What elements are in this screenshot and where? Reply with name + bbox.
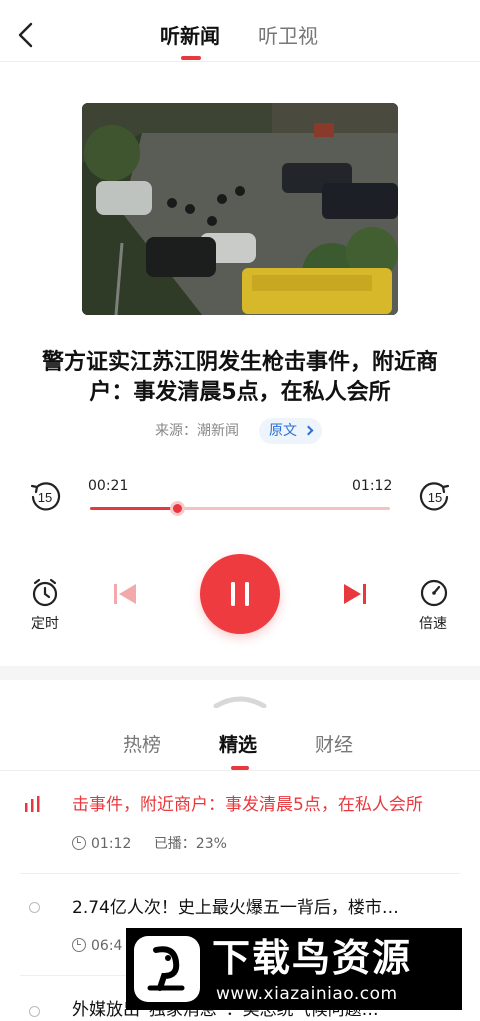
bird-logo-icon [134, 936, 200, 1002]
active-tab-indicator [181, 56, 201, 60]
forward-15-icon[interactable]: 15 [418, 480, 452, 514]
clock-icon [72, 836, 86, 850]
list-divider [0, 770, 480, 771]
tab-listen-news[interactable]: 听新闻 [160, 22, 220, 50]
article-source: 来源：潮新闻 [155, 423, 239, 439]
timer-alarm-icon[interactable] [30, 578, 60, 608]
clock-icon [72, 938, 86, 952]
next-track-icon[interactable] [342, 583, 368, 605]
section-divider [0, 666, 480, 680]
forward-15-label: 15 [428, 490, 442, 505]
tab-featured[interactable]: 精选 [219, 733, 257, 757]
speed-gauge-icon[interactable] [419, 578, 449, 608]
pause-icon [231, 582, 249, 606]
list-item-duration: 01:12 [91, 836, 132, 852]
tab-listen-tv[interactable]: 听卫视 [258, 22, 318, 50]
rewind-15-icon[interactable]: 15 [28, 480, 62, 514]
tab-finance[interactable]: 财经 [315, 733, 353, 757]
list-item-played: 已播：23% [153, 836, 227, 852]
speed-label[interactable]: 倍速 [408, 613, 458, 633]
original-article-label: 原文 [269, 423, 297, 439]
current-time: 00:21 [88, 478, 129, 494]
timer-label[interactable]: 定时 [20, 613, 70, 633]
unplayed-dot-icon [29, 902, 40, 913]
progress-slider[interactable] [90, 501, 390, 516]
list-item-title[interactable]: 2.74亿人次！史上最火爆五一背后，楼市… [72, 896, 457, 920]
watermark-title: 下载鸟资源 [212, 936, 413, 980]
progress-thumb[interactable] [170, 501, 185, 516]
list-item-meta: 06:4 [72, 936, 122, 956]
rewind-15-label: 15 [38, 490, 52, 505]
row-separator [20, 873, 460, 874]
news-cover-image [82, 103, 398, 315]
top-bar: 听新闻 听卫视 [0, 0, 480, 62]
list-item-meta: 01:12 已播：23% [72, 834, 227, 854]
original-article-link[interactable]: 原文 [259, 418, 323, 444]
total-time: 01:12 [352, 478, 393, 494]
tab-hot[interactable]: 热榜 [123, 733, 161, 757]
pause-button[interactable] [200, 554, 280, 634]
now-playing-icon [25, 796, 40, 812]
list-item-title-playing[interactable]: 击事件，附近商户：事发清晨5点，在私人会所 [72, 793, 462, 817]
watermark-url: www.xiazainiao.com [216, 984, 398, 1004]
chevron-right-icon [304, 425, 314, 436]
previous-track-icon[interactable] [112, 583, 138, 605]
unplayed-dot-icon [29, 1006, 40, 1017]
article-title: 警方证实江苏江阴发生枪击事件，附近商户：事发清晨5点，在私人会所 [41, 350, 438, 405]
watermark-banner: 下载鸟资源 www.xiazainiao.com [126, 928, 462, 1010]
progress-fill [90, 507, 177, 510]
list-item-duration: 06:4 [91, 938, 123, 954]
back-arrow-icon[interactable] [14, 20, 38, 50]
drawer-handle-icon[interactable] [212, 694, 268, 708]
